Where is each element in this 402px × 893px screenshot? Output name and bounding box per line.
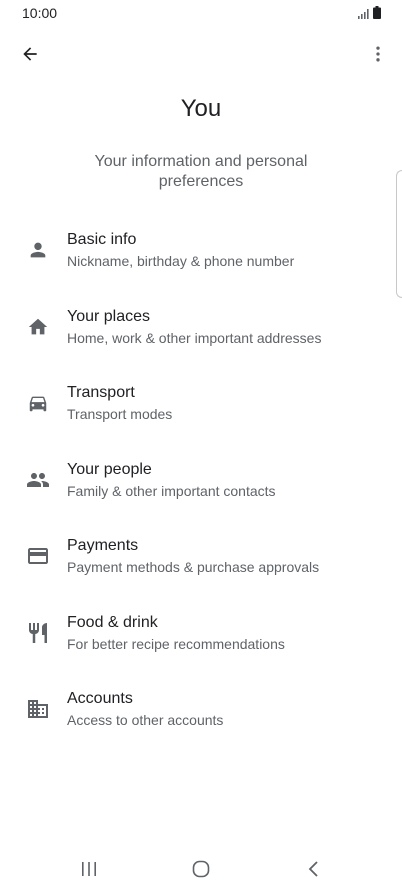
- menu-item-text: Accounts Access to other accounts: [67, 689, 223, 729]
- menu-item-your-people[interactable]: Your people Family & other important con…: [0, 444, 402, 521]
- menu-item-subtitle: Transport modes: [67, 406, 173, 422]
- menu-item-title: Your people: [67, 460, 152, 478]
- status-icons: [358, 6, 381, 19]
- menu-item-text: Food & drink For better recipe recommend…: [67, 613, 285, 653]
- menu-item-your-places[interactable]: Your places Home, work & other important…: [0, 291, 402, 368]
- menu-item-title: Your places: [67, 307, 151, 325]
- page-subtitle: Your information and personal preference…: [94, 153, 308, 190]
- restaurant-icon: [24, 619, 52, 647]
- menu-item-text: Basic info Nickname, birthday & phone nu…: [67, 230, 294, 270]
- people-icon: [24, 466, 52, 494]
- home-button[interactable]: [181, 855, 221, 883]
- menu-item-text: Transport Transport modes: [67, 383, 172, 423]
- chevron-left-icon: [308, 861, 318, 877]
- credit-card-icon: [24, 542, 52, 570]
- app-bar: [0, 32, 402, 76]
- back-button[interactable]: [12, 36, 48, 72]
- menu-item-title: Basic info: [67, 231, 137, 248]
- home-icon: [24, 313, 52, 341]
- more-vert-icon: [376, 46, 380, 62]
- menu-item-subtitle: Access to other accounts: [67, 712, 224, 728]
- building-icon: [24, 695, 52, 723]
- menu-item-subtitle: Nickname, birthday & phone number: [67, 253, 295, 269]
- menu-item-payments[interactable]: Payments Payment methods & purchase appr…: [0, 520, 402, 597]
- status-time: 10:00: [22, 5, 58, 21]
- arrow-back-icon: [23, 47, 37, 61]
- menu-item-basic-info[interactable]: Basic info Nickname, birthday & phone nu…: [0, 214, 402, 291]
- recent-apps-icon: [82, 862, 96, 876]
- menu-item-title: Food & drink: [67, 613, 158, 631]
- menu-item-subtitle: Family & other important contacts: [67, 482, 276, 499]
- menu-item-subtitle: For better recipe recommendations: [67, 635, 285, 652]
- person-icon: [24, 236, 52, 264]
- menu-item-food-drink[interactable]: Food & drink For better recipe recommend…: [0, 597, 402, 674]
- menu-item-transport[interactable]: Transport Transport modes: [0, 367, 402, 444]
- menu-item-text: Your places Home, work & other important…: [67, 307, 321, 347]
- nav-back-button[interactable]: [294, 855, 334, 883]
- recent-apps-button[interactable]: [69, 855, 109, 883]
- menu-item-subtitle: Payment methods & purchase approvals: [67, 559, 320, 575]
- menu-item-title: Payments: [67, 537, 139, 554]
- signal-icon: [358, 9, 369, 19]
- menu-item-accounts[interactable]: Accounts Access to other accounts: [0, 673, 402, 750]
- page-title: You: [180, 95, 222, 122]
- home-circle-icon: [192, 860, 210, 878]
- settings-menu: Basic info Nickname, birthday & phone nu…: [0, 214, 402, 750]
- system-nav-bar: [0, 845, 402, 893]
- more-options-button[interactable]: [360, 36, 396, 72]
- menu-item-subtitle: Home, work & other important addresses: [67, 329, 322, 346]
- menu-item-text: Payments Payment methods & purchase appr…: [67, 536, 319, 576]
- menu-item-title: Accounts: [67, 690, 133, 707]
- car-icon: [24, 389, 52, 417]
- menu-item-title: Transport: [67, 384, 135, 401]
- menu-item-text: Your people Family & other important con…: [67, 460, 276, 500]
- battery-icon: [373, 6, 381, 19]
- status-bar: 10:00: [0, 0, 402, 26]
